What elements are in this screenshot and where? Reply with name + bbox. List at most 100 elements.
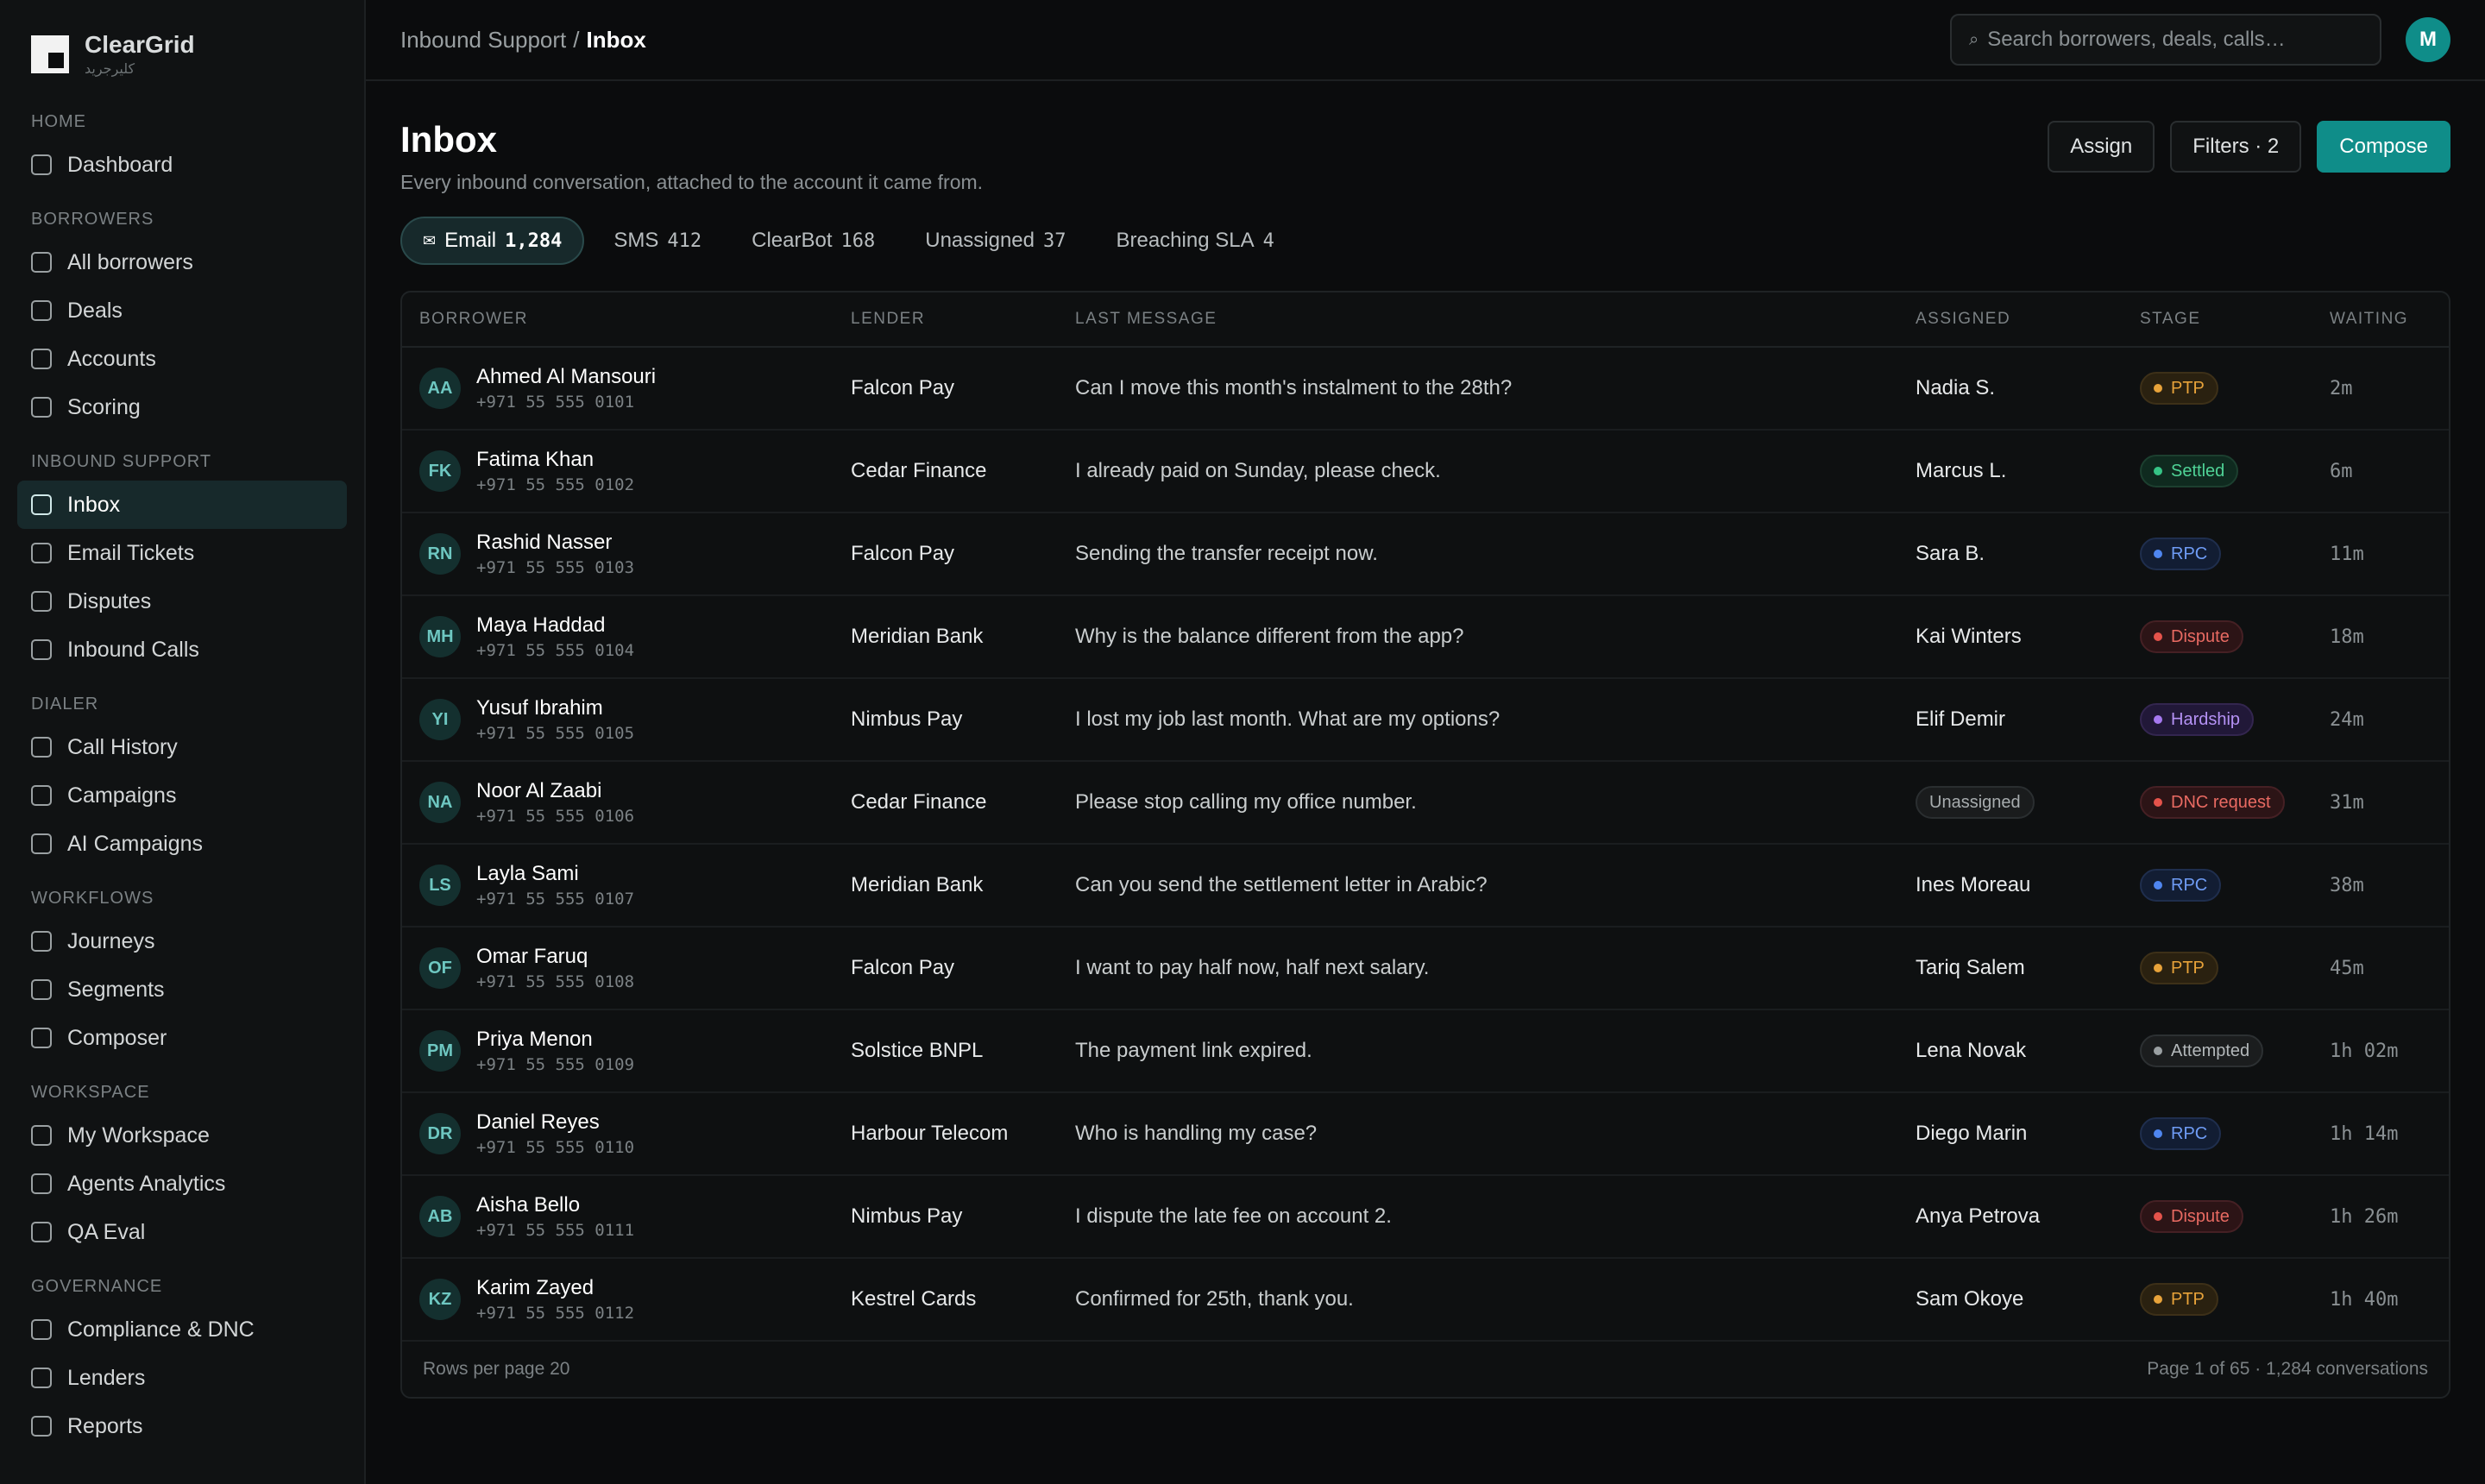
checkbox-icon bbox=[31, 1416, 52, 1437]
conversations-table: BORROWER LENDER LAST MESSAGE ASSIGNED STAGE W… bbox=[400, 291, 2450, 1399]
borrower-name[interactable]: Omar Faruq bbox=[476, 945, 634, 969]
borrower-info: Maya Haddad +971 55 555 0104 bbox=[476, 613, 634, 660]
sidebar-item-segments[interactable]: Segments bbox=[17, 965, 347, 1014]
borrower-name[interactable]: Ahmed Al Mansouri bbox=[476, 365, 656, 389]
tab-sms[interactable]: SMS 412 bbox=[593, 217, 722, 265]
sidebar-item-inbound-calls[interactable]: Inbound Calls bbox=[17, 626, 347, 674]
borrower-avatar: NA bbox=[419, 782, 461, 823]
sidebar-item-scoring[interactable]: Scoring bbox=[17, 383, 347, 431]
mail-icon: ✉ bbox=[423, 231, 437, 249]
table-row[interactable]: KZ Karim Zayed +971 55 555 0112 Kestrel Car… bbox=[402, 1259, 2449, 1342]
borrower-name[interactable]: Rashid Nasser bbox=[476, 531, 634, 555]
last-message-cell: The payment link expired. bbox=[1075, 1039, 1312, 1062]
table-row[interactable]: AA Ahmed Al Mansouri +971 55 555 0101 Falco… bbox=[402, 348, 2449, 431]
column-header-stage[interactable]: STAGE bbox=[2123, 310, 2312, 329]
borrower-info: Ahmed Al Mansouri +971 55 555 0101 bbox=[476, 365, 656, 412]
tab-count: 37 bbox=[1042, 230, 1066, 252]
borrower-name[interactable]: Noor Al Zaabi bbox=[476, 779, 634, 803]
borrower-name[interactable]: Daniel Reyes bbox=[476, 1110, 634, 1135]
table-row[interactable]: FK Fatima Khan +971 55 555 0102 Cedar Finan… bbox=[402, 431, 2449, 513]
assignee-name: Kai Winters bbox=[1916, 625, 2022, 648]
stage-badge: Settled bbox=[2140, 455, 2239, 487]
table-row[interactable]: DR Daniel Reyes +971 55 555 0110 Harbour Te… bbox=[402, 1093, 2449, 1176]
tab-email[interactable]: ✉ Email 1,284 bbox=[400, 217, 585, 265]
column-header-assigned[interactable]: ASSIGNED bbox=[1898, 310, 2123, 329]
stage-label: DNC request bbox=[2171, 792, 2271, 812]
checkbox-icon bbox=[31, 737, 52, 758]
borrower-name[interactable]: Maya Haddad bbox=[476, 613, 634, 638]
borrower-name[interactable]: Priya Menon bbox=[476, 1028, 634, 1052]
search-input[interactable]: ⌕ Search borrowers, deals, calls… bbox=[1950, 14, 2381, 66]
last-message-cell: Please stop calling my office number. bbox=[1075, 790, 1417, 814]
checkbox-icon bbox=[31, 252, 52, 273]
sidebar-item-dashboard[interactable]: Dashboard bbox=[17, 141, 347, 189]
sidebar-item-accounts[interactable]: Accounts bbox=[17, 335, 347, 383]
sidebar-item-inbox[interactable]: Inbox bbox=[17, 481, 347, 529]
table-row[interactable]: NA Noor Al Zaabi +971 55 555 0106 Cedar Fin… bbox=[402, 762, 2449, 845]
column-header-waiting[interactable]: WAITING bbox=[2312, 310, 2449, 329]
tab-breaching-sla[interactable]: Breaching SLA 4 bbox=[1095, 217, 1294, 265]
sidebar-item-reports[interactable]: Reports bbox=[17, 1402, 347, 1450]
stage-badge: RPC bbox=[2140, 869, 2222, 902]
brand-subtitle: كليرجريد bbox=[85, 62, 135, 77]
sidebar-item-campaigns[interactable]: Campaigns bbox=[17, 771, 347, 820]
status-dot-icon bbox=[2154, 715, 2162, 724]
stage-label: Settled bbox=[2171, 461, 2225, 481]
borrower-info: Fatima Khan +971 55 555 0102 bbox=[476, 448, 634, 494]
table-row[interactable]: PM Priya Menon +971 55 555 0109 Solstice BN… bbox=[402, 1010, 2449, 1093]
borrower-name[interactable]: Yusuf Ibrahim bbox=[476, 696, 634, 720]
brand-name: ClearGrid bbox=[85, 31, 195, 58]
sidebar-item-agents-analytics[interactable]: Agents Analytics bbox=[17, 1160, 347, 1208]
sidebar-item-ai-campaigns[interactable]: AI Campaigns bbox=[17, 820, 347, 868]
column-header-lender[interactable]: LENDER bbox=[834, 310, 1058, 329]
borrower-name[interactable]: Fatima Khan bbox=[476, 448, 634, 472]
borrower-name[interactable]: Karim Zayed bbox=[476, 1276, 634, 1300]
column-header-last-message[interactable]: LAST MESSAGE bbox=[1058, 310, 1898, 329]
lender-cell: Nimbus Pay bbox=[851, 707, 963, 731]
breadcrumb-parent[interactable]: Inbound Support bbox=[400, 27, 566, 53]
table-row[interactable]: YI Yusuf Ibrahim +971 55 555 0105 Nimbus Pa… bbox=[402, 679, 2449, 762]
borrower-cell: KZ Karim Zayed +971 55 555 0112 bbox=[402, 1276, 834, 1323]
checkbox-icon bbox=[31, 785, 52, 806]
compose-button[interactable]: Compose bbox=[2317, 121, 2450, 173]
brand[interactable]: ClearGrid كليرجريد bbox=[17, 31, 347, 78]
sidebar-item-call-history[interactable]: Call History bbox=[17, 723, 347, 771]
tab-unassigned[interactable]: Unassigned 37 bbox=[904, 217, 1086, 265]
sidebar-item-deals[interactable]: Deals bbox=[17, 286, 347, 335]
checkbox-icon bbox=[31, 154, 52, 175]
assign-button[interactable]: Assign bbox=[2048, 121, 2155, 173]
sidebar-item-lenders[interactable]: Lenders bbox=[17, 1354, 347, 1402]
borrower-info: Daniel Reyes +971 55 555 0110 bbox=[476, 1110, 634, 1157]
sidebar-item-disputes[interactable]: Disputes bbox=[17, 577, 347, 626]
borrower-name[interactable]: Layla Sami bbox=[476, 862, 634, 886]
sidebar-item-compliance-dnc[interactable]: Compliance & DNC bbox=[17, 1305, 347, 1354]
filters-button[interactable]: Filters · 2 bbox=[2170, 121, 2302, 173]
tab-clearbot[interactable]: ClearBot 168 bbox=[731, 217, 896, 265]
table-row[interactable]: RN Rashid Nasser +971 55 555 0103 Falcon Pa… bbox=[402, 513, 2449, 596]
column-header-borrower[interactable]: BORROWER bbox=[402, 310, 834, 329]
sidebar-item-my-workspace[interactable]: My Workspace bbox=[17, 1111, 347, 1160]
stage-label: RPC bbox=[2171, 544, 2208, 563]
sidebar-item-composer[interactable]: Composer bbox=[17, 1014, 347, 1062]
sidebar-item-all-borrowers[interactable]: All borrowers bbox=[17, 238, 347, 286]
main-area: Inbound Support / Inbox ⌕ Search borrowers… bbox=[366, 0, 2485, 1484]
sidebar-item-journeys[interactable]: Journeys bbox=[17, 917, 347, 965]
table-row[interactable]: AB Aisha Bello +971 55 555 0111 Nimbus Pay I… bbox=[402, 1176, 2449, 1259]
nav-section-title: INBOUND SUPPORT bbox=[31, 452, 212, 471]
sidebar-item-email-tickets[interactable]: Email Tickets bbox=[17, 529, 347, 577]
sidebar-nav: HOME Dashboard BORROWERS All borrowers Deals… bbox=[17, 112, 347, 1450]
table-row[interactable]: LS Layla Sami +971 55 555 0107 Meridian Ban… bbox=[402, 845, 2449, 928]
lender-cell: Cedar Finance bbox=[851, 459, 987, 482]
unassigned-badge[interactable]: Unassigned bbox=[1916, 786, 2035, 819]
sidebar-item-qa-eval[interactable]: QA Eval bbox=[17, 1208, 347, 1256]
tab-count: 412 bbox=[667, 230, 702, 252]
borrower-name[interactable]: Aisha Bello bbox=[476, 1193, 634, 1217]
user-avatar[interactable]: M bbox=[2406, 17, 2450, 62]
table-footer: Rows per page 20 Page 1 of 65 · 1,284 co… bbox=[402, 1342, 2449, 1397]
stage-label: Dispute bbox=[2171, 1206, 2230, 1226]
stage-cell: RPC bbox=[2123, 538, 2312, 570]
table-row[interactable]: MH Maya Haddad +971 55 555 0104 Meridian Ba… bbox=[402, 596, 2449, 679]
table-row[interactable]: OF Omar Faruq +971 55 555 0108 Falcon Pay I … bbox=[402, 928, 2449, 1010]
stage-cell: Attempted bbox=[2123, 1034, 2312, 1067]
rows-per-page[interactable]: Rows per page 20 bbox=[423, 1359, 569, 1380]
